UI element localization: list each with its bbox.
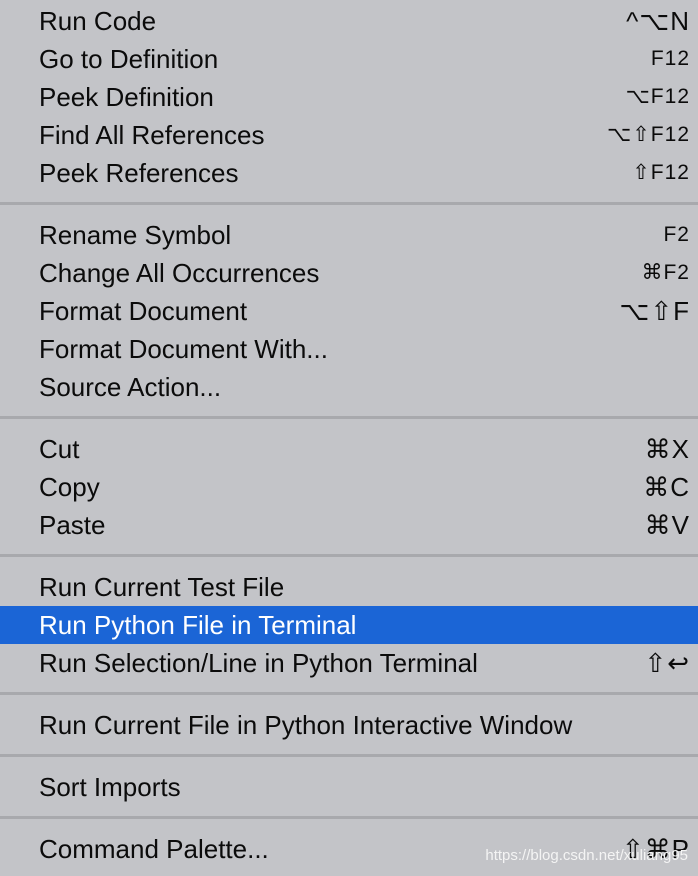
- menu-item-label: Command Palette...: [39, 834, 269, 864]
- menu-item-label: Peek Definition: [39, 82, 214, 112]
- menu-item-shortcut: ⌥⇧F: [619, 296, 690, 326]
- menu-group-imports: Sort Imports: [0, 768, 698, 806]
- menu-item-shortcut: ⇧F12: [632, 161, 690, 184]
- menu-separator: [0, 192, 698, 216]
- context-menu: Run Code ^⌥N Go to Definition F12 Peek D…: [0, 0, 698, 876]
- watermark-text: https://blog.csdn.net/xuliang95: [485, 847, 688, 864]
- menu-item-label: Source Action...: [39, 372, 222, 402]
- menu-item-run-python-file-in-terminal[interactable]: Run Python File in Terminal: [0, 606, 698, 644]
- menu-item-label: Peek References: [39, 158, 239, 188]
- menu-item-label: Change All Occurrences: [39, 258, 320, 288]
- menu-item-label: Run Selection/Line in Python Terminal: [39, 648, 478, 678]
- menu-group-editing: Rename Symbol F2 Change All Occurrences …: [0, 216, 698, 406]
- menu-item-peek-definition[interactable]: Peek Definition ⌥F12: [0, 78, 698, 116]
- menu-item-shortcut: ⌥⇧F12: [607, 123, 690, 146]
- menu-item-shortcut: ⌥F12: [625, 85, 690, 108]
- menu-separator: [0, 406, 698, 430]
- menu-item-label: Format Document: [39, 296, 248, 326]
- menu-item-shortcut: ⌘X: [644, 434, 690, 464]
- menu-item-label: Sort Imports: [39, 772, 181, 802]
- menu-item-label: Go to Definition: [39, 44, 219, 74]
- menu-item-paste[interactable]: Paste ⌘V: [0, 506, 698, 544]
- menu-item-peek-references[interactable]: Peek References ⇧F12: [0, 154, 698, 192]
- menu-group-run: Run Current Test File Run Python File in…: [0, 568, 698, 682]
- menu-item-label: Format Document With...: [39, 334, 328, 364]
- menu-group-interactive: Run Current File in Python Interactive W…: [0, 706, 698, 744]
- menu-item-go-to-definition[interactable]: Go to Definition F12: [0, 40, 698, 78]
- menu-item-label: Run Code: [39, 6, 157, 36]
- menu-item-label: Cut: [39, 434, 80, 464]
- menu-item-run-selection-line[interactable]: Run Selection/Line in Python Terminal ⇧↩: [0, 644, 698, 682]
- menu-item-shortcut: ⌘V: [644, 510, 690, 540]
- menu-item-shortcut: ⌘F2: [641, 261, 690, 284]
- menu-item-copy[interactable]: Copy ⌘C: [0, 468, 698, 506]
- menu-separator: [0, 544, 698, 568]
- menu-item-label: Run Python File in Terminal: [39, 610, 357, 640]
- menu-item-rename-symbol[interactable]: Rename Symbol F2: [0, 216, 698, 254]
- menu-item-shortcut: F2: [663, 223, 690, 246]
- menu-group-clipboard: Cut ⌘X Copy ⌘C Paste ⌘V: [0, 430, 698, 544]
- menu-item-shortcut: ⇧↩: [644, 648, 690, 678]
- menu-item-cut[interactable]: Cut ⌘X: [0, 430, 698, 468]
- menu-item-shortcut: ⌘C: [643, 472, 690, 502]
- menu-item-label: Copy: [39, 472, 100, 502]
- menu-item-label: Run Current File in Python Interactive W…: [39, 710, 573, 740]
- menu-item-run-current-file-interactive[interactable]: Run Current File in Python Interactive W…: [0, 706, 698, 744]
- menu-item-label: Run Current Test File: [39, 572, 285, 602]
- menu-item-label: Rename Symbol: [39, 220, 232, 250]
- menu-group-navigation: Run Code ^⌥N Go to Definition F12 Peek D…: [0, 0, 698, 192]
- menu-item-label: Paste: [39, 510, 106, 540]
- menu-item-run-code[interactable]: Run Code ^⌥N: [0, 2, 698, 40]
- menu-item-change-all-occurrences[interactable]: Change All Occurrences ⌘F2: [0, 254, 698, 292]
- menu-item-run-current-test-file[interactable]: Run Current Test File: [0, 568, 698, 606]
- menu-item-find-all-references[interactable]: Find All References ⌥⇧F12: [0, 116, 698, 154]
- menu-item-source-action[interactable]: Source Action...: [0, 368, 698, 406]
- menu-separator: [0, 682, 698, 706]
- menu-item-shortcut: F12: [650, 47, 690, 70]
- menu-item-format-document[interactable]: Format Document ⌥⇧F: [0, 292, 698, 330]
- menu-item-sort-imports[interactable]: Sort Imports: [0, 768, 698, 806]
- menu-separator: [0, 806, 698, 830]
- menu-item-label: Find All References: [39, 120, 265, 150]
- menu-separator: [0, 744, 698, 768]
- menu-item-format-document-with[interactable]: Format Document With...: [0, 330, 698, 368]
- menu-item-shortcut: ^⌥N: [626, 6, 690, 36]
